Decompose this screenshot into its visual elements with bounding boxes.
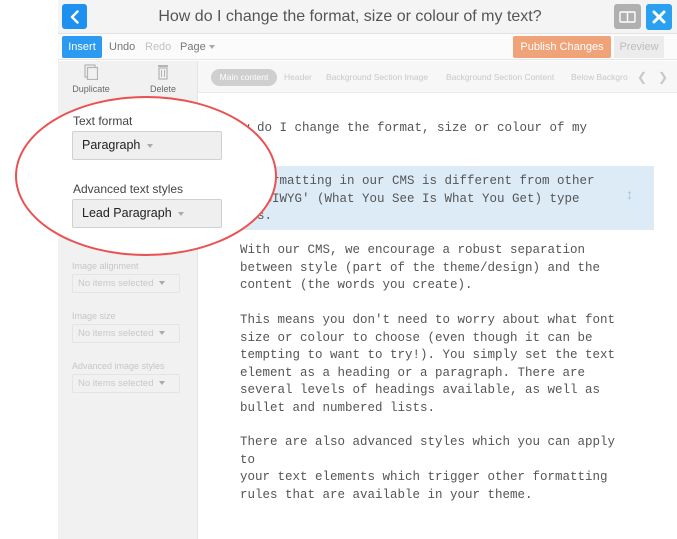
callout-highlight [15,96,277,256]
redo-button[interactable]: Redo [145,34,171,60]
close-icon [652,10,666,24]
chevron-down-icon [159,381,166,386]
publish-changes-button[interactable]: Publish Changes [513,36,611,58]
paragraph-line: element as a heading or a paragraph. The… [240,365,586,380]
advanced-text-styles-label: Advanced text styles [73,182,184,196]
paragraph-line: bullet and numbered lists. [240,400,436,415]
image-alignment-label: Image alignment [72,261,139,271]
lead-line: t formatting in our CMS is different fro… [242,174,595,188]
undo-button[interactable]: Undo [109,34,135,60]
text-format-value: Paragraph [82,138,141,152]
editor-toolbar: Insert Undo Redo Page Publish Changes Pr… [58,34,677,60]
tab-background-section-image[interactable]: Background Section Image [326,69,428,86]
tab-header[interactable]: Header [284,69,312,86]
chevron-right-icon[interactable]: ❯ [656,70,670,84]
tab-main-content[interactable]: Main content [211,69,277,86]
move-vertical-icon[interactable]: ↕ [626,186,633,202]
chevron-left-icon [70,9,79,24]
paragraph-line: rules that are available in your theme. [240,487,533,502]
paragraph-3[interactable]: There are also advanced styles which you… [240,434,630,504]
heading-line: w do I change the format, size or colour… [242,121,588,135]
preview-button[interactable]: Preview [614,36,664,58]
paragraph-line: tempting to want to try!). You simply se… [240,348,616,362]
duplicate-button[interactable]: Duplicate [58,61,124,97]
text-format-select[interactable]: Paragraph [72,131,222,160]
chevron-down-icon [208,45,215,50]
paragraph-line: content (the words you create). [240,278,473,292]
text-format-label: Text format [73,114,133,128]
page-menu[interactable]: Page [180,34,215,60]
lead-line: ems. [242,208,612,226]
tab-background-section-content[interactable]: Background Section Content [446,69,554,86]
duplicate-label: Duplicate [72,84,110,94]
chevron-left-icon[interactable]: ❮ [635,70,649,84]
tab-below-background[interactable]: Below Backgro [571,69,628,86]
image-size-value: No items selected [78,328,154,339]
paragraph-line: your text elements which trigger other f… [240,470,608,484]
chevron-down-icon [178,211,185,216]
delete-button[interactable]: Delete [130,61,196,97]
paragraph-1[interactable]: With our CMS, we encourage a robust sepa… [240,242,630,295]
paragraph-line: With our CMS, we encourage a robust sepa… [240,243,586,257]
image-alignment-select[interactable]: No items selected [72,274,180,293]
insert-button[interactable]: Insert [62,36,102,58]
paragraph-line: between style (part of the theme/design)… [240,260,601,275]
paragraph-2[interactable]: This means you don't need to worry about… [240,312,630,417]
image-size-select[interactable]: No items selected [72,324,180,343]
heading-line: t? [242,138,612,156]
duplicate-icon [84,64,98,80]
chevron-down-icon [146,143,153,148]
chevron-down-icon [159,281,166,286]
back-button[interactable] [62,4,87,29]
delete-label: Delete [149,84,176,94]
advanced-text-styles-select[interactable]: Lead Paragraph [72,199,222,228]
layout-toggle-button[interactable] [614,4,641,29]
chevron-down-icon [159,331,166,336]
advanced-image-styles-label: Advanced image styles [72,361,165,371]
paragraph-line: size or colour to choose (even though it… [240,330,593,345]
advanced-text-styles-value: Lead Paragraph [82,206,172,220]
trash-icon [158,65,168,80]
image-alignment-value: No items selected [78,278,154,289]
article-heading[interactable]: w do I change the format, size or colour… [242,120,612,155]
layout-toggle-icon [619,10,636,23]
paragraph-line: several levels of headings available, as… [240,383,601,397]
close-button[interactable] [646,4,672,30]
page-menu-label: Page [180,41,206,53]
section-tabs: Main content Header Background Section I… [198,61,677,93]
lead-paragraph[interactable]: t formatting in our CMS is different fro… [242,173,612,226]
lead-line: 'WYSIWYG' (What You See Is What You Get)… [242,191,580,206]
advanced-image-styles-select[interactable]: No items selected [72,374,180,393]
advanced-image-styles-value: No items selected [78,378,154,389]
page-title: How do I change the format, size or colo… [158,8,542,25]
paragraph-line: There are also advanced styles which you… [240,435,616,467]
image-size-label: Image size [72,311,116,321]
paragraph-line: This means you don't need to worry about… [240,313,616,327]
